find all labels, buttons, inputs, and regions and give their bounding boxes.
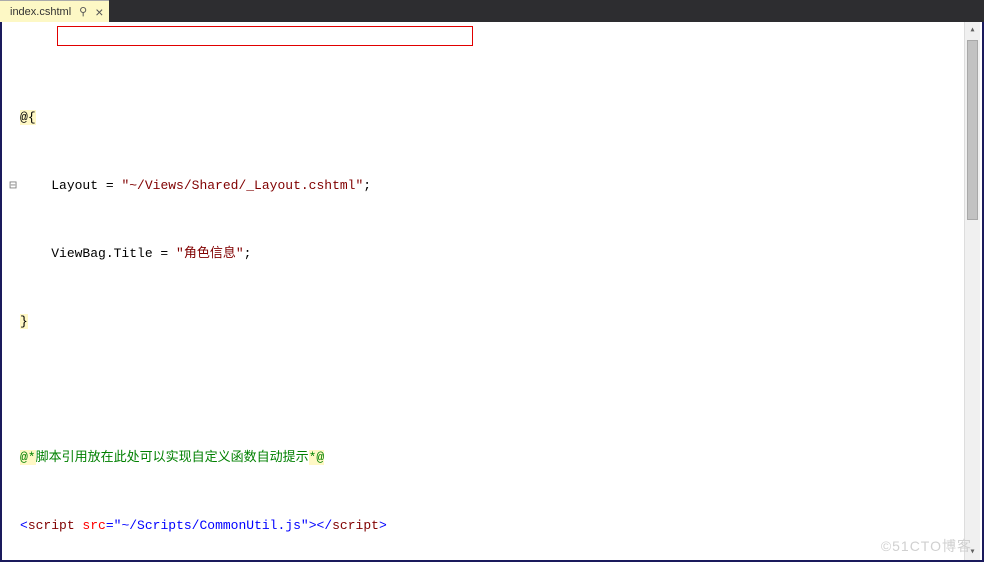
close-icon[interactable]: × xyxy=(95,5,103,19)
watermark: ©51CTO博客 xyxy=(881,536,972,556)
razor-brace-open: { xyxy=(28,110,36,125)
razor-brace-close: } xyxy=(20,314,28,329)
tab-filename: index.cshtml xyxy=(10,6,71,18)
tab-index-cshtml[interactable]: index.cshtml ⚲ × xyxy=(0,0,109,22)
tab-bar: index.cshtml ⚲ × xyxy=(0,0,984,22)
code-editor[interactable]: @{ ⊟ Layout = "~/Views/Shared/_Layout.cs… xyxy=(2,22,982,562)
fold-toggle[interactable]: ⊟ xyxy=(6,177,20,194)
scrollbar-thumb[interactable] xyxy=(967,40,978,220)
highlight-box xyxy=(57,26,473,46)
vertical-scrollbar[interactable]: ▴ ▾ xyxy=(964,22,980,560)
pin-icon[interactable]: ⚲ xyxy=(79,5,87,18)
scroll-up-icon[interactable]: ▴ xyxy=(965,22,980,38)
razor-at: @ xyxy=(20,110,28,125)
editor-area[interactable]: @{ ⊟ Layout = "~/Views/Shared/_Layout.cs… xyxy=(0,22,984,562)
